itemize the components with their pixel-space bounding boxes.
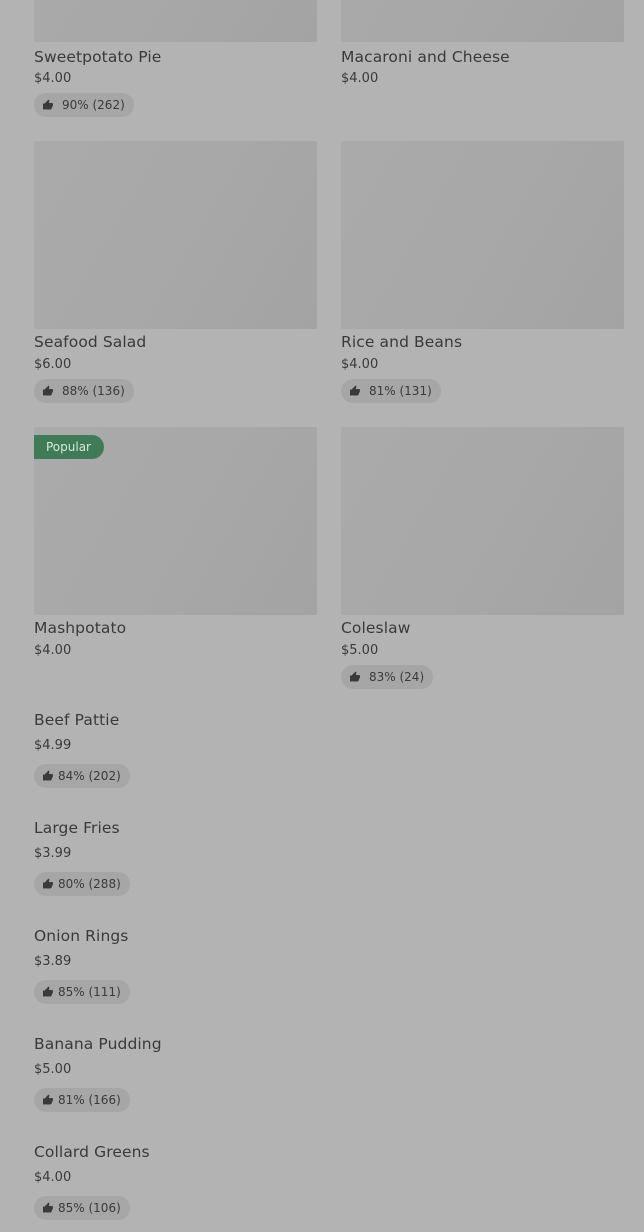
menu-item-price: $4.00 [341, 71, 379, 86]
menu-item-name: Coleslaw [341, 619, 411, 637]
menu-item-name: Macaroni and Cheese [341, 48, 510, 66]
thumbs-up-icon [43, 1202, 53, 1213]
rating-text: 85% (106) [58, 1201, 121, 1215]
rating-pill: 81% (166) [34, 1088, 130, 1112]
rating-pill: 80% (288) [34, 872, 130, 896]
menu-item-price: $4.00 [34, 71, 72, 86]
rating-pill: 88% (136) [34, 379, 134, 403]
rating-pill: 85% (106) [34, 1196, 130, 1220]
menu-item-price: $4.00 [34, 1170, 72, 1185]
thumbs-up-icon [43, 878, 53, 889]
menu-item-image [34, 0, 317, 42]
menu-item-image [341, 0, 624, 42]
thumbs-up-icon [43, 1094, 53, 1105]
rating-text: 81% (131) [369, 384, 432, 398]
rating-text: 81% (166) [58, 1093, 121, 1107]
menu-item-price: $5.00 [341, 643, 379, 658]
thumbs-up-icon [43, 385, 53, 396]
menu-item-image [341, 427, 624, 615]
menu-item-name: Large Fries [34, 819, 120, 837]
menu-item-name: Sweetpotato Pie [34, 48, 162, 66]
menu-item-name: Banana Pudding [34, 1035, 162, 1053]
popular-badge: Popular [34, 435, 104, 459]
menu-item-image [34, 141, 317, 329]
menu-item-name: Beef Pattie [34, 711, 120, 729]
rating-text: 84% (202) [58, 769, 121, 783]
rating-pill: 90% (262) [34, 93, 134, 117]
menu-item-price: $3.99 [34, 846, 72, 861]
rating-text: 90% (262) [62, 98, 125, 112]
menu-item-name: Onion Rings [34, 927, 129, 945]
menu-item-price: $4.00 [34, 643, 72, 658]
menu-item-price: $3.89 [34, 954, 72, 969]
rating-text: 88% (136) [62, 384, 125, 398]
menu-item-price: $5.00 [34, 1062, 72, 1077]
rating-text: 83% (24) [369, 670, 425, 684]
rating-text: 85% (111) [58, 985, 121, 999]
thumbs-up-icon [43, 99, 53, 110]
rating-pill: 84% (202) [34, 764, 130, 788]
rating-pill: 85% (111) [34, 980, 130, 1004]
menu-item-price: $4.00 [341, 357, 379, 372]
menu-item-name: Rice and Beans [341, 333, 463, 351]
menu-item-name: Seafood Salad [34, 333, 147, 351]
rating-pill: 81% (131) [341, 379, 441, 403]
rating-pill: 83% (24) [341, 665, 434, 689]
menu-item-price: $6.00 [34, 357, 72, 372]
menu-item-image [341, 141, 624, 329]
menu-item-price: $4.99 [34, 738, 72, 753]
thumbs-up-icon [350, 671, 360, 682]
thumbs-up-icon [43, 770, 53, 781]
rating-text: 80% (288) [58, 877, 121, 891]
thumbs-up-icon [43, 986, 53, 997]
menu-item-name: Mashpotato [34, 619, 127, 637]
thumbs-up-icon [350, 385, 360, 396]
menu-item-name: Collard Greens [34, 1143, 150, 1161]
